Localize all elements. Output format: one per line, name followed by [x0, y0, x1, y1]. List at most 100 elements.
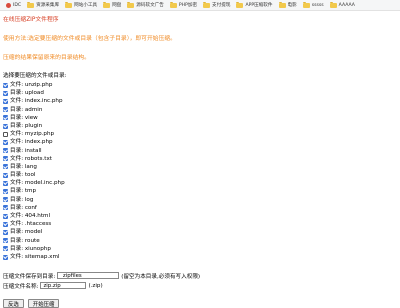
file-checkbox[interactable] — [3, 90, 8, 96]
file-label: 目录: xiunophp — [10, 245, 51, 252]
invert-selection-button[interactable]: 反选 — [3, 299, 24, 308]
file-row: 目录: lang — [3, 163, 395, 171]
file-checkbox[interactable] — [3, 213, 8, 219]
structure-note: 压缩的结果保留原来的目录结构。 — [3, 55, 90, 61]
file-row: 文件: index.php — [3, 138, 395, 146]
file-label: 目录: conf — [10, 204, 37, 211]
file-checkbox[interactable] — [3, 238, 8, 244]
bookmark-label: 支付提现 — [212, 3, 231, 8]
file-label: 目录: route — [10, 237, 40, 244]
bookmark-item[interactable]: APP压缩软件 — [236, 1, 273, 8]
file-checkbox[interactable] — [3, 180, 8, 186]
folder-icon — [278, 1, 286, 8]
folder-icon — [65, 1, 73, 8]
bookmark-label: 电影 — [287, 3, 297, 8]
bookmark-label: 网盘 — [112, 3, 122, 8]
file-checkbox[interactable] — [3, 139, 8, 145]
main-content: 在线压缩ZIP文件程序 使用方法:选定要压缩的文件或目录（包含子目录），即可开始… — [3, 14, 395, 308]
file-row: 目录: view — [3, 114, 395, 122]
file-checkbox[interactable] — [3, 107, 8, 113]
bookmark-item[interactable]: 资源采集库 — [27, 1, 59, 8]
file-checkbox[interactable] — [3, 82, 8, 88]
file-checkbox[interactable] — [3, 189, 8, 195]
file-row: 文件: .htaccess — [3, 220, 395, 228]
save-dir-input[interactable] — [57, 272, 120, 280]
bookmark-item[interactable]: 源码软文广告 — [127, 1, 164, 8]
file-row: 目录: install — [3, 147, 395, 155]
bookmark-item[interactable]: 支付提现 — [203, 1, 231, 8]
file-checkbox[interactable] — [3, 229, 8, 235]
folder-icon — [302, 1, 310, 8]
file-label: 目录: install — [10, 147, 42, 154]
folder-icon — [127, 1, 135, 8]
file-label: 文件: myzip.php — [10, 131, 55, 138]
file-row: 文件: unzip.php — [3, 81, 395, 89]
save-dir-label: 压缩文件保存到目录: — [3, 273, 56, 280]
file-label: 目录: log — [10, 196, 34, 203]
bookmark-label: 网站小工具 — [74, 3, 98, 8]
file-row: 目录: plugin — [3, 122, 395, 130]
file-row: 目录: upload — [3, 89, 395, 97]
button-row: 反选 开始压缩 — [3, 299, 395, 308]
file-checkbox[interactable] — [3, 148, 8, 154]
file-label: 目录: admin — [10, 106, 43, 113]
file-checkbox[interactable] — [3, 115, 8, 121]
file-label: 文件: sitemap.xml — [10, 253, 60, 260]
file-checkbox[interactable] — [3, 172, 8, 178]
folder-icon — [103, 1, 111, 8]
file-checkbox[interactable] — [3, 197, 8, 203]
usage-note: 使用方法:选定要压缩的文件或目录（包含子目录），即可开始压缩。 — [3, 36, 176, 42]
file-label: 目录: tool — [10, 172, 36, 179]
bookmark-label: IDC — [13, 2, 22, 8]
bookmark-item[interactable]: PHP加密 — [169, 1, 198, 8]
file-checkbox[interactable] — [3, 164, 8, 170]
file-row: 目录: model — [3, 228, 395, 236]
file-label: 文件: robots.txt — [10, 155, 53, 162]
folder-icon — [329, 1, 337, 8]
file-row: 文件: myzip.php — [3, 130, 395, 138]
file-list: 文件: unzip.php 目录: upload 文件: index.inc.php… — [3, 81, 395, 261]
bookmark-item[interactable]: IDC — [6, 2, 22, 8]
file-row: 目录: log — [3, 196, 395, 204]
file-checkbox[interactable] — [3, 205, 8, 211]
file-label: 目录: upload — [10, 90, 44, 97]
file-checkbox[interactable] — [3, 254, 8, 260]
bookmark-item[interactable]: 网站小工具 — [65, 1, 98, 8]
bookmark-item[interactable]: 网盘 — [103, 1, 122, 8]
bookmark-item[interactable]: AAAAA — [329, 1, 355, 8]
bookmark-label: PHP加密 — [178, 3, 198, 8]
bookmark-item[interactable]: 电影 — [278, 1, 297, 8]
file-row: 目录: tmp — [3, 187, 395, 195]
select-label: 选择要压缩的文件或目录: — [3, 73, 67, 79]
file-checkbox[interactable] — [3, 156, 8, 162]
file-checkbox[interactable] — [3, 221, 8, 227]
file-checkbox[interactable] — [3, 123, 8, 129]
file-label: 文件: 404.html — [10, 213, 51, 219]
file-label: 文件: .htaccess — [10, 221, 52, 228]
zip-name-input[interactable] — [40, 282, 87, 290]
zip-name-row: 压缩文件名称: (.zip) — [3, 281, 395, 290]
bookmarks-bar: IDC 资源采集库 网站小工具 网盘 源码软文广告 PHP加密 支付提现 APP压缩软件 电影 s… — [0, 0, 400, 11]
file-label: 文件: index.php — [10, 139, 53, 146]
bookmark-item[interactable]: sssss — [302, 1, 324, 8]
file-label: 目录: plugin — [10, 122, 43, 129]
file-row: 目录: admin — [3, 106, 395, 114]
file-row: 目录: xiunophp — [3, 245, 395, 253]
folder-icon — [236, 1, 244, 8]
file-label: 目录: lang — [10, 163, 37, 170]
file-checkbox[interactable] — [3, 246, 8, 252]
file-row: 文件: index.inc.php — [3, 97, 395, 105]
file-label: 文件: model.inc.php — [10, 180, 65, 187]
file-checkbox[interactable] — [3, 131, 8, 137]
zip-name-label: 压缩文件名称: — [3, 283, 39, 290]
file-checkbox[interactable] — [3, 98, 8, 104]
page-title: 在线压缩ZIP文件程序 — [3, 17, 59, 23]
file-row: 文件: 404.html — [3, 212, 395, 220]
start-compress-button[interactable]: 开始压缩 — [27, 299, 60, 308]
folder-icon — [27, 1, 35, 8]
bookmark-label: AAAAA — [338, 2, 355, 8]
file-row: 文件: sitemap.xml — [3, 253, 395, 261]
file-label: 目录: view — [10, 114, 38, 121]
bookmark-label: sssss — [311, 2, 324, 8]
file-label: 文件: unzip.php — [10, 82, 53, 88]
